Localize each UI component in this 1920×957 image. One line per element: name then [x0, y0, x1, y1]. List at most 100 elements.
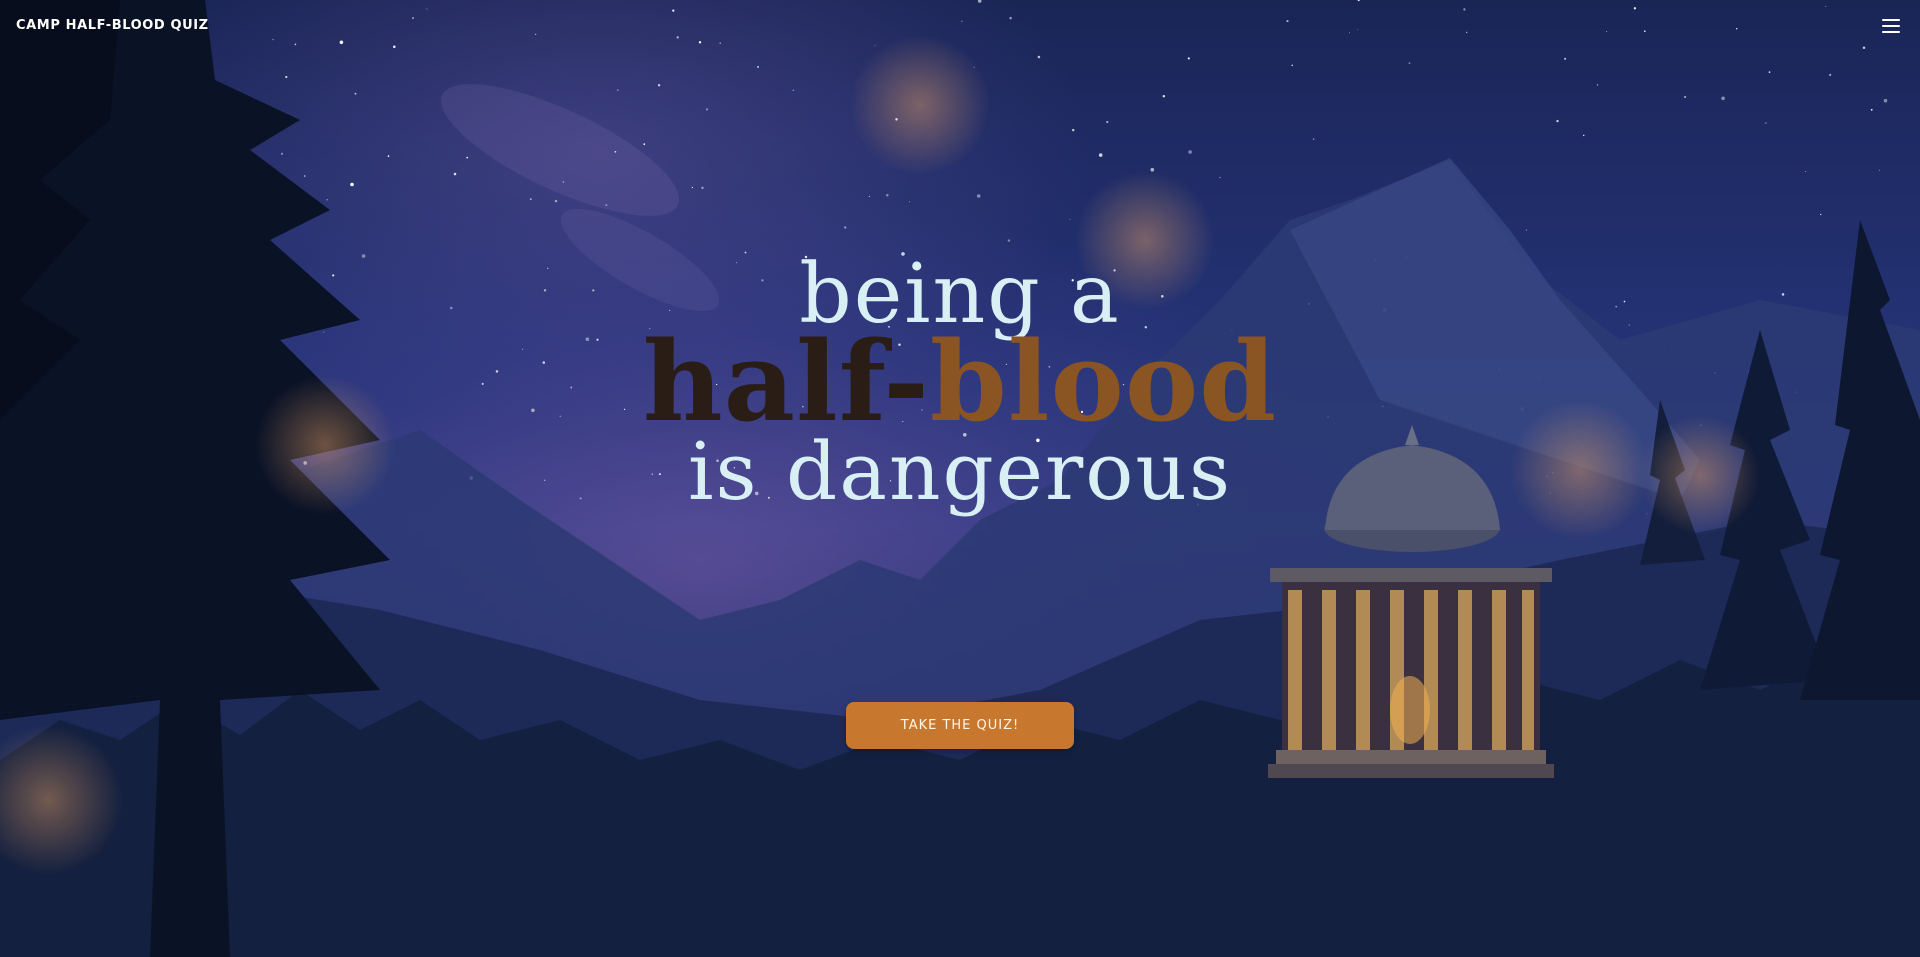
star: [691, 186, 694, 189]
star: [1582, 134, 1585, 137]
star: [973, 66, 975, 68]
star: [134, 299, 135, 301]
star: [544, 479, 546, 481]
star: [844, 226, 847, 229]
star: [1564, 57, 1567, 60]
star: [1756, 507, 1758, 509]
star: [1879, 169, 1881, 171]
star: [155, 37, 157, 39]
star: [705, 108, 709, 111]
star: [1515, 436, 1518, 438]
star: [542, 361, 546, 364]
star: [961, 20, 963, 22]
star: [263, 448, 265, 450]
star: [193, 244, 196, 247]
star: [1721, 96, 1725, 101]
star: [130, 262, 133, 264]
star: [1734, 516, 1737, 519]
star: [426, 8, 428, 10]
menu-bar: [1882, 19, 1900, 21]
star: [169, 232, 172, 234]
star: [698, 41, 702, 44]
star: [1805, 171, 1807, 172]
hamburger-menu-icon[interactable]: [1882, 18, 1900, 34]
star: [1357, 28, 1359, 30]
star: [224, 318, 228, 321]
star: [1503, 305, 1505, 308]
star: [1069, 218, 1071, 220]
star: [1714, 372, 1716, 374]
star: [332, 274, 335, 277]
star: [614, 150, 617, 153]
star: [895, 118, 898, 121]
star: [285, 75, 288, 79]
star: [272, 38, 274, 41]
star: [481, 382, 484, 385]
site-logo[interactable]: CAMP HALF-BLOOD QUIZ: [16, 18, 209, 33]
star: [1556, 119, 1559, 123]
star: [701, 186, 704, 190]
star: [1645, 512, 1648, 515]
star: [1537, 376, 1541, 380]
star: [57, 508, 59, 511]
star: [1466, 31, 1468, 33]
star: [562, 181, 565, 183]
star: [294, 43, 297, 46]
star: [80, 92, 82, 94]
star: [393, 45, 396, 49]
star: [1286, 20, 1289, 23]
star: [1765, 122, 1767, 124]
star: [1, 9, 3, 11]
star: [676, 36, 679, 39]
star: [1520, 407, 1525, 411]
star: [453, 172, 457, 176]
star: [886, 193, 889, 197]
take-quiz-button[interactable]: TAKE THE QUIZ!: [846, 702, 1074, 749]
star: [531, 408, 535, 413]
star: [1386, 332, 1388, 334]
star: [1463, 8, 1466, 11]
star: [1684, 95, 1687, 99]
star: [86, 328, 89, 331]
star: [535, 33, 537, 35]
star: [868, 196, 870, 197]
menu-bar: [1882, 31, 1900, 33]
star: [350, 182, 354, 187]
star: [354, 92, 357, 95]
star: [296, 489, 298, 492]
star: [1735, 27, 1738, 30]
star: [412, 17, 414, 20]
star: [17, 458, 20, 461]
star: [1291, 64, 1293, 67]
star: [521, 348, 524, 350]
star: [1525, 229, 1527, 231]
star: [207, 395, 211, 399]
star: [303, 175, 306, 177]
hero-title: being a half-blood is dangerous: [560, 250, 1360, 518]
star: [757, 65, 759, 68]
star: [529, 198, 532, 201]
star: [1408, 62, 1411, 64]
star: [546, 267, 549, 270]
star: [976, 194, 981, 198]
star: [1150, 167, 1155, 172]
star: [1575, 440, 1578, 443]
star: [1820, 213, 1822, 216]
star: [1644, 30, 1646, 32]
star: [1664, 346, 1666, 347]
star: [1623, 300, 1626, 303]
star: [543, 289, 547, 292]
star: [1829, 73, 1832, 76]
star: [323, 331, 325, 333]
star: [107, 114, 110, 118]
star: [124, 293, 126, 295]
hero-background: CAMP HALF-BLOOD QUIZ being a half-blood …: [0, 0, 1920, 957]
star: [309, 485, 311, 487]
star: [39, 412, 44, 417]
star: [1883, 98, 1888, 103]
star: [1768, 71, 1771, 73]
star: [21, 91, 24, 94]
star: [1162, 94, 1166, 98]
star: [219, 137, 221, 140]
star: [1606, 31, 1608, 33]
